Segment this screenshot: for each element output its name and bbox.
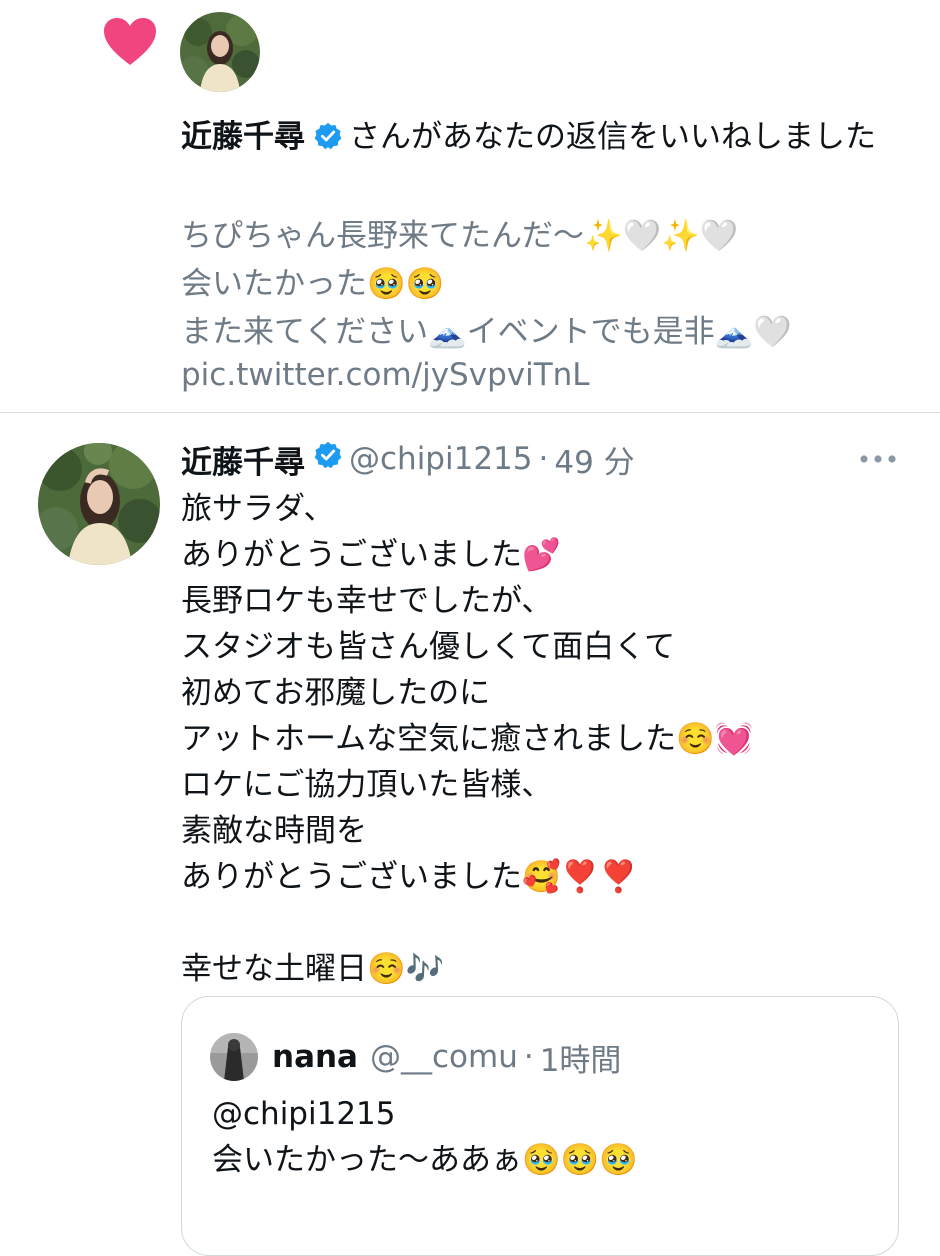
author-handle[interactable]: @chipi1215 bbox=[349, 441, 533, 477]
quoted-tweet-header: nana @__comu · 1時間 bbox=[272, 1035, 621, 1079]
separator-dot: · bbox=[538, 441, 549, 477]
reply-preview-text: ちぴちゃん長野来てたんだ〜✨🤍✨🤍 会いたかった🥹🥹 また来てください🗻イベント… bbox=[181, 218, 792, 350]
author-name[interactable]: 近藤千尋 bbox=[181, 437, 305, 482]
quoted-author-handle[interactable]: @__comu bbox=[370, 1039, 518, 1075]
tweet[interactable]: 近藤千尋 @chipi1215 · 49 分 旅サラダ、 ありがとうございました… bbox=[0, 413, 940, 1256]
more-icon[interactable] bbox=[858, 451, 898, 467]
verified-badge-icon bbox=[313, 440, 343, 478]
quoted-tweet[interactable]: nana @__comu · 1時間 @chipi1215 会いたかった〜ああぁ… bbox=[181, 996, 899, 1256]
tweet-text: 旅サラダ、 ありがとうございました💕 長野ロケも幸せでしたが、 スタジオも皆さん… bbox=[181, 491, 754, 987]
quoted-tweet-text: @chipi1215 会いたかった〜ああぁ🥹🥹🥹 bbox=[212, 1096, 638, 1178]
media-link[interactable]: pic.twitter.com/jySvpviTnL bbox=[181, 353, 590, 397]
tweet-timestamp[interactable]: 49 分 bbox=[554, 437, 634, 482]
avatar[interactable] bbox=[180, 12, 260, 92]
quoted-author-avatar[interactable] bbox=[210, 1033, 258, 1081]
notification-message: 近藤千尋 さんがあなたの返信をいいねしました bbox=[181, 113, 901, 165]
action-text: さんがあなたの返信をいいねしました bbox=[349, 119, 876, 155]
quoted-tweet-timestamp[interactable]: 1時間 bbox=[540, 1035, 622, 1080]
heart-icon bbox=[104, 18, 156, 65]
author-avatar[interactable] bbox=[38, 443, 160, 565]
separator-dot: · bbox=[523, 1039, 534, 1075]
actor-name[interactable]: 近藤千尋 bbox=[181, 119, 305, 155]
verified-badge-icon bbox=[313, 117, 343, 165]
quoted-author-name[interactable]: nana bbox=[272, 1039, 358, 1075]
tweet-header: 近藤千尋 @chipi1215 · 49 分 bbox=[181, 436, 635, 482]
like-notification[interactable]: 近藤千尋 さんがあなたの返信をいいねしました ちぴちゃん長野来てたんだ〜✨🤍✨🤍 … bbox=[0, 0, 940, 412]
